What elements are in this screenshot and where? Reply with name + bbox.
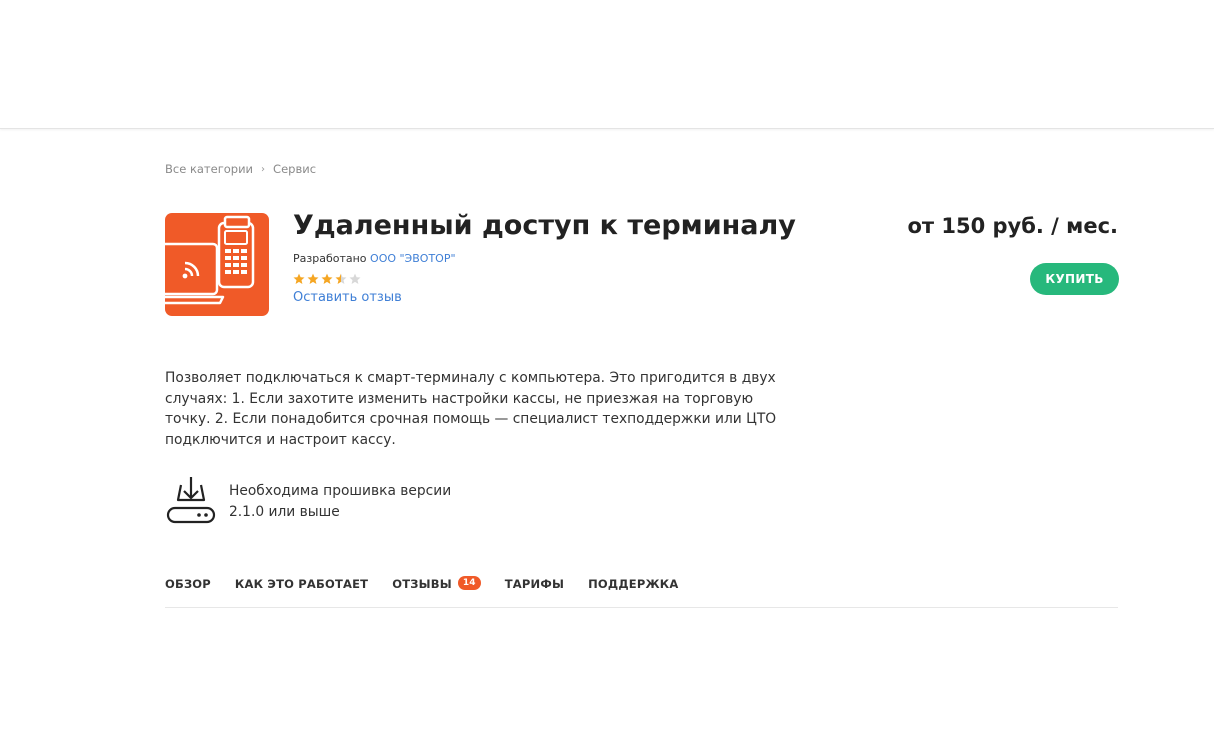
breadcrumb-item-all-categories[interactable]: Все категории	[165, 162, 253, 176]
reviews-count-badge: 14	[457, 576, 481, 590]
breadcrumb-separator-icon: ›	[261, 163, 266, 175]
breadcrumb: Все категории › Сервис	[165, 162, 316, 176]
tab-how-it-works[interactable]: КАК ЭТО РАБОТАЕТ	[235, 573, 368, 607]
tab-label: ОТЗЫВЫ	[392, 577, 452, 591]
tab-label: ОБЗОР	[165, 577, 211, 591]
tab-tariffs[interactable]: ТАРИФЫ	[505, 573, 564, 607]
star-icon	[293, 273, 305, 284]
developer-line: Разработано ООО "ЭВОТОР"	[293, 252, 456, 265]
developer-prefix: Разработано	[293, 252, 367, 265]
star-icon	[335, 273, 347, 284]
top-header-bar	[0, 0, 1214, 129]
laptop-terminal-remote-icon	[165, 213, 269, 316]
tab-label: ПОДДЕРЖКА	[588, 577, 679, 591]
price-label: от 150 руб. / мес.	[907, 214, 1118, 238]
content-tabs: ОБЗОР КАК ЭТО РАБОТАЕТ ОТЗЫВЫ 14 ТАРИФЫ …	[165, 573, 1118, 608]
app-title: Удаленный доступ к терминалу	[293, 210, 796, 241]
leave-review-link[interactable]: Оставить отзыв	[293, 290, 402, 305]
firmware-download-icon	[166, 476, 216, 526]
tab-reviews[interactable]: ОТЗЫВЫ 14	[392, 573, 481, 607]
tab-overview[interactable]: ОБЗОР	[165, 573, 211, 607]
star-icon	[349, 273, 361, 284]
star-icon	[307, 273, 319, 284]
buy-button[interactable]: КУПИТЬ	[1030, 263, 1119, 295]
star-icon	[321, 273, 333, 284]
tab-support[interactable]: ПОДДЕРЖКА	[588, 573, 678, 607]
tab-label: КАК ЭТО РАБОТАЕТ	[234, 577, 369, 591]
tab-label: ТАРИФЫ	[504, 577, 565, 591]
breadcrumb-item-service[interactable]: Сервис	[273, 162, 316, 176]
rating-stars	[293, 273, 361, 285]
developer-link[interactable]: ООО "ЭВОТОР"	[370, 252, 456, 265]
app-description: Позволяет подключаться к смарт-терминалу…	[165, 370, 777, 449]
firmware-requirement-text: Необходима прошивка версии 2.1.0 или выш…	[229, 483, 452, 520]
